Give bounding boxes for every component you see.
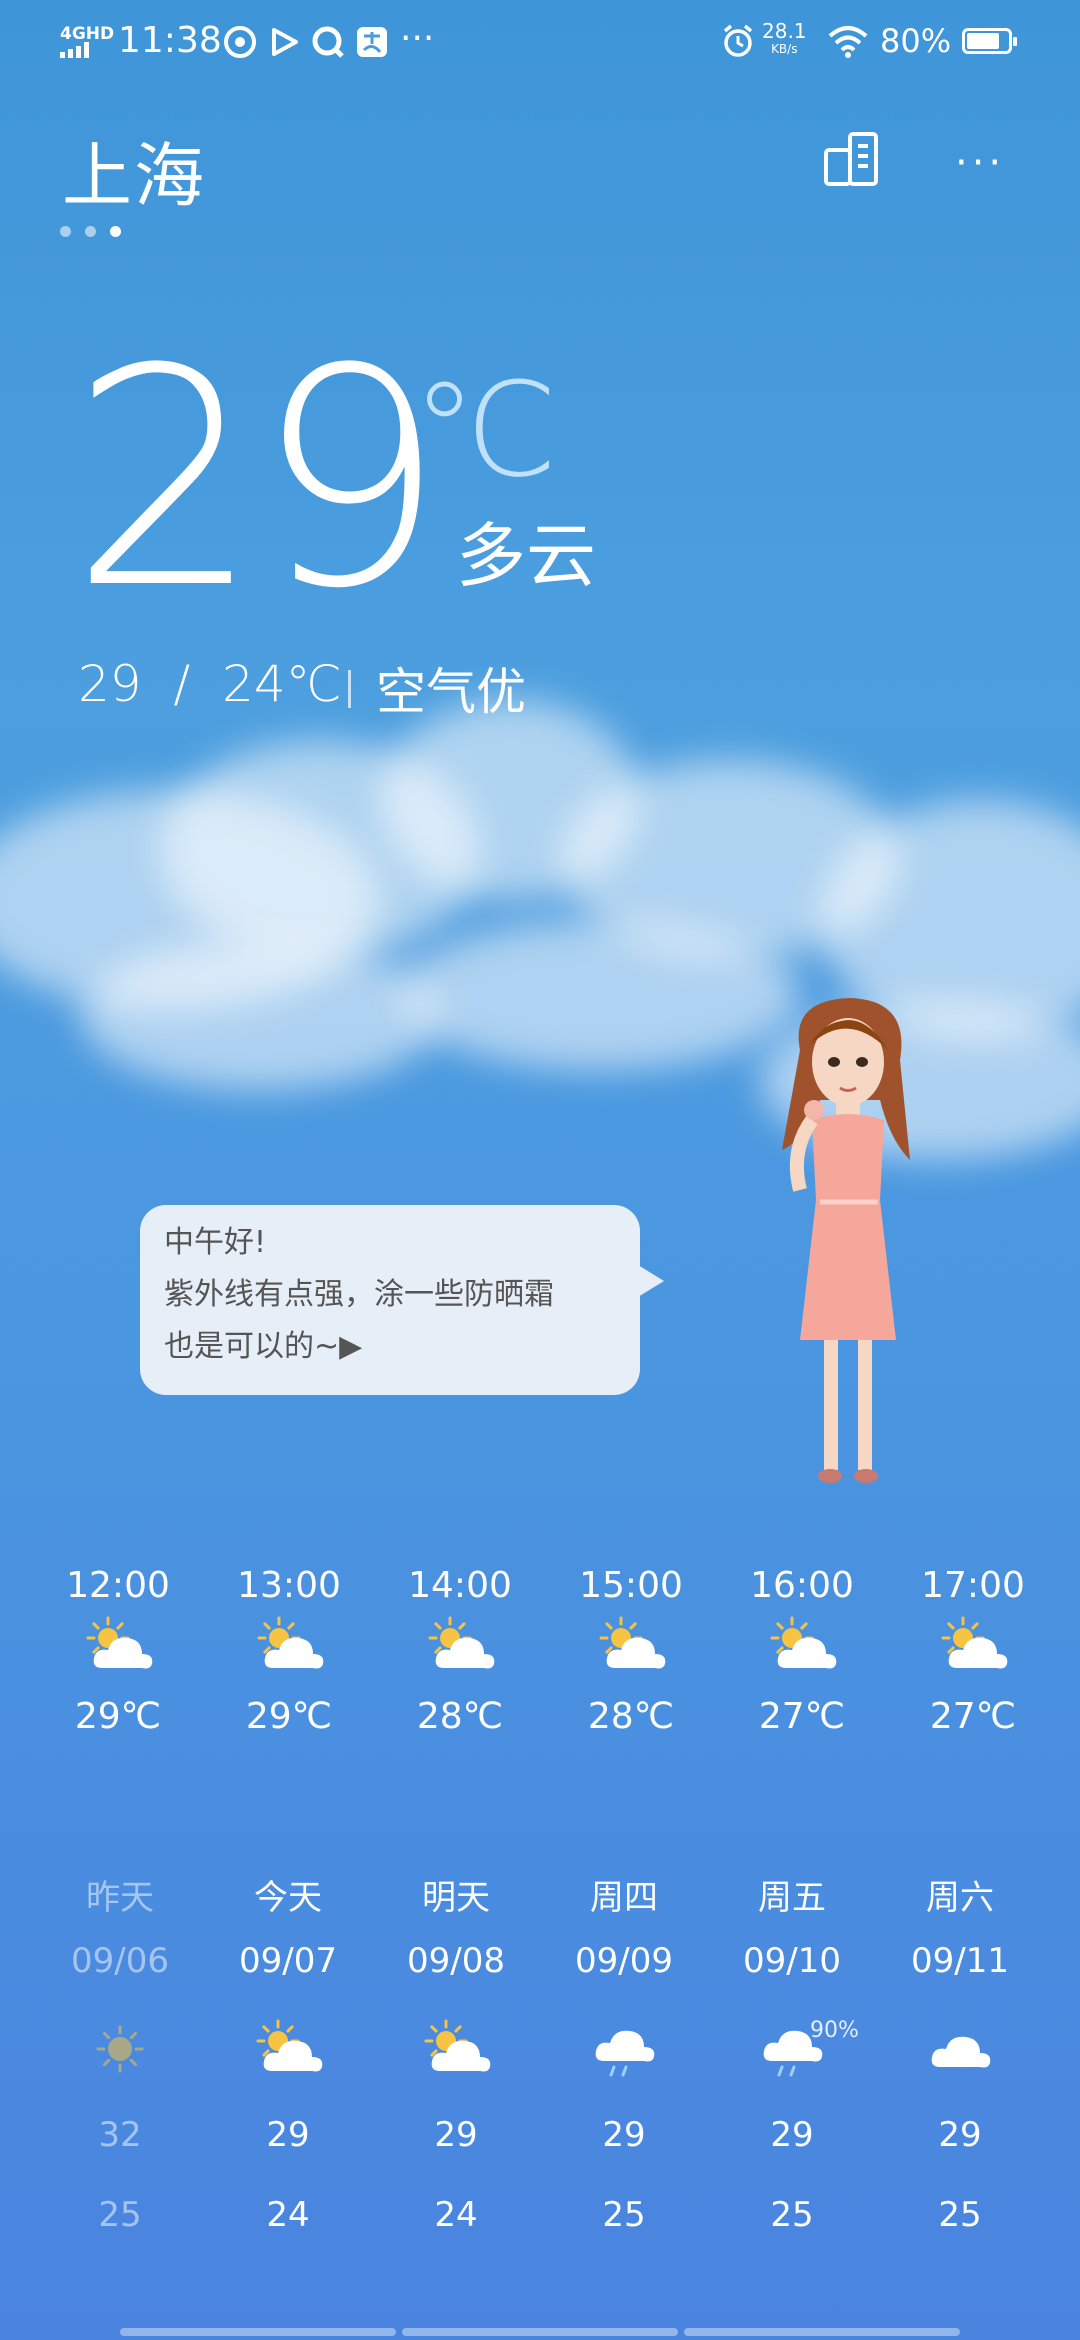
page-dot — [60, 226, 71, 237]
high-temp: 29 — [938, 2115, 982, 2155]
daily-item: 周五 09/10 29 25 90% — [708, 1870, 876, 2235]
page-dot — [110, 226, 121, 237]
more-menu-icon[interactable]: ··· — [955, 140, 1005, 186]
daily-item: 周四 09/09 29 25 — [540, 1870, 708, 2235]
high-temp: 32 — [98, 2115, 142, 2155]
temperature-range: 29 / 24℃ — [78, 655, 342, 713]
hour-temp: 28℃ — [587, 1696, 675, 1737]
hourly-item: 12:00 29℃ — [33, 1565, 203, 1737]
search-app-icon — [312, 26, 344, 58]
daily-item: 明天 09/08 29 24 — [372, 1870, 540, 2235]
day-label: 明天 — [422, 1878, 490, 1918]
low-temp: 25 — [770, 2195, 814, 2235]
network-speed: 28.1 KB/s — [762, 21, 807, 58]
hour-temp: 27℃ — [758, 1696, 846, 1737]
payment-app-icon — [357, 27, 387, 57]
day-label: 周四 — [590, 1878, 658, 1918]
app-notification-icon — [224, 26, 256, 58]
page-dot — [85, 226, 96, 237]
hour-temp: 27℃ — [929, 1696, 1017, 1737]
temperature-unit: ℃ — [412, 354, 558, 506]
hourly-item: 16:00 27℃ — [717, 1565, 887, 1737]
hour-temp: 28℃ — [416, 1696, 504, 1737]
network-type: 4GHD — [60, 24, 115, 44]
daily-item: 昨天 09/06 32 25 — [36, 1870, 204, 2235]
hourly-item: 14:00 28℃ — [375, 1565, 545, 1737]
forecast-scroll-indicator — [120, 2328, 960, 2336]
video-app-icon — [272, 28, 298, 56]
high-temp: 29 — [602, 2115, 646, 2155]
low-temp: 25 — [602, 2195, 646, 2235]
signal-indicator: 4GHD — [60, 26, 114, 61]
status-bar: 4GHD 11:38 ··· 28.1 KB/s 80% — [0, 0, 1080, 84]
divider — [348, 670, 351, 708]
day-label: 今天 — [254, 1878, 322, 1918]
hour-label: 12:00 — [66, 1565, 170, 1606]
precipitation-chance: 90% — [810, 2018, 859, 2043]
weather-character-illustration[interactable] — [760, 990, 940, 1510]
hour-label: 14:00 — [408, 1565, 512, 1606]
clock: 11:38 — [118, 20, 222, 61]
high-temp: 29 — [770, 2115, 814, 2155]
tip-text-line1: 紫外线有点强，涂一些防晒霜 — [164, 1277, 554, 1312]
battery-level — [967, 33, 999, 49]
daily-item: 今天 09/07 29 24 — [204, 1870, 372, 2235]
tip-text-line2: 也是可以的~▶ — [164, 1329, 363, 1364]
more-notifications-icon: ··· — [400, 18, 435, 59]
date-label: 09/06 — [71, 1941, 169, 1981]
hourly-item: 15:00 28℃ — [546, 1565, 716, 1737]
low-temp: 24 — [266, 2195, 310, 2235]
cloudy-icon — [931, 2036, 991, 2068]
low-temp: 25 — [938, 2195, 982, 2235]
partly-cloudy-icon — [257, 1616, 324, 1669]
date-label: 09/08 — [407, 1941, 505, 1981]
sunny-icon — [96, 2025, 144, 2073]
hourly-item: 17:00 27℃ — [888, 1565, 1058, 1737]
hour-label: 16:00 — [750, 1565, 854, 1606]
hour-temp: 29℃ — [245, 1696, 333, 1737]
low-temp: 25 — [98, 2195, 142, 2235]
date-label: 09/11 — [911, 1941, 1009, 1981]
partly-cloudy-icon — [941, 1616, 1008, 1669]
city-name[interactable]: 上海 — [62, 120, 206, 221]
weather-condition: 多云 — [456, 515, 596, 597]
hour-label: 15:00 — [579, 1565, 683, 1606]
high-temp: 29 — [434, 2115, 478, 2155]
battery-percent: 80% — [880, 22, 952, 60]
partly-cloudy-icon — [424, 2019, 491, 2072]
city-manage-icon[interactable] — [822, 130, 882, 188]
low-temp: 24 — [434, 2195, 478, 2235]
day-label: 昨天 — [86, 1878, 154, 1918]
page-indicator — [60, 222, 135, 241]
day-label: 周六 — [926, 1878, 994, 1918]
date-label: 09/07 — [239, 1941, 337, 1981]
tip-greeting: 中午好! — [164, 1225, 267, 1260]
partly-cloudy-icon — [428, 1616, 495, 1669]
air-quality[interactable]: 空气优 — [376, 652, 526, 724]
battery-icon — [962, 28, 1017, 54]
date-label: 09/10 — [743, 1941, 841, 1981]
partly-cloudy-icon — [599, 1616, 666, 1669]
wifi-icon — [828, 26, 868, 58]
high-temp: 29 — [266, 2115, 310, 2155]
signal-bars-icon — [60, 42, 89, 58]
partly-cloudy-icon — [770, 1616, 837, 1669]
date-label: 09/09 — [575, 1941, 673, 1981]
partly-cloudy-icon — [86, 1616, 153, 1669]
hour-label: 13:00 — [237, 1565, 341, 1606]
hourly-item: 13:00 29℃ — [204, 1565, 374, 1737]
tip-bubble[interactable]: 中午好! 紫外线有点强，涂一些防晒霜 也是可以的~▶ — [140, 1205, 664, 1395]
current-temperature: 29 — [70, 305, 446, 654]
partly-cloudy-icon — [256, 2019, 323, 2072]
hour-temp: 29℃ — [74, 1696, 162, 1737]
daily-item: 周六 09/11 29 25 — [876, 1870, 1044, 2235]
day-label: 周五 — [758, 1878, 826, 1918]
alarm-icon — [723, 24, 753, 57]
rain-icon — [595, 2030, 655, 2077]
hour-label: 17:00 — [921, 1565, 1025, 1606]
